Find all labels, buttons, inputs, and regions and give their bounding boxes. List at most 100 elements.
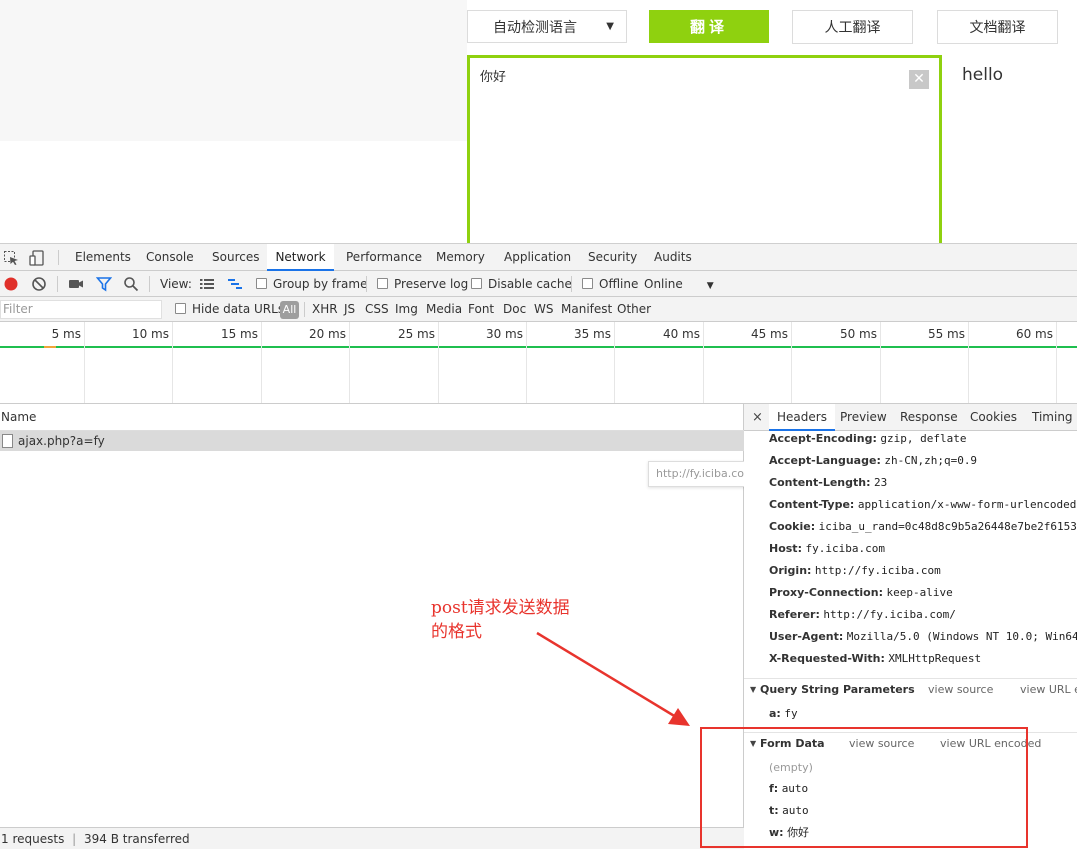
inspect-element-icon[interactable]: [3, 250, 19, 266]
tab-sources[interactable]: Sources: [204, 244, 267, 271]
header-value: keep-alive: [886, 586, 953, 599]
request-header-row: Content-Type: application/x-www-form-url…: [769, 494, 1077, 516]
offline-checkbox[interactable]: Offline: [582, 271, 638, 297]
timeline-gridline: [791, 322, 792, 403]
header-value: application/x-www-form-urlencoded;: [857, 498, 1077, 511]
translate-button[interactable]: 翻译: [649, 10, 769, 43]
document-translation-button[interactable]: 文档翻译: [937, 10, 1058, 44]
source-text-area[interactable]: 你好 ✕: [467, 55, 942, 243]
tab-headers[interactable]: Headers: [769, 404, 835, 431]
disable-cache-label: Disable cache: [488, 277, 572, 291]
waterfall-icon[interactable]: [227, 276, 243, 292]
request-header-row: User-Agent: Mozilla/5.0 (Windows NT 10.0…: [769, 626, 1077, 648]
request-header-row: Referer: http://fy.iciba.com/: [769, 604, 956, 626]
group-by-frame-checkbox[interactable]: Group by frame: [256, 271, 367, 297]
throttling-select[interactable]: Online ▼: [644, 271, 714, 297]
status-bar: 1 requests | 394 B transferred: [0, 827, 744, 849]
query-view-source-link[interactable]: view source: [928, 679, 993, 701]
tab-performance[interactable]: Performance: [338, 244, 430, 271]
query-view-url-link[interactable]: view URL e: [1020, 679, 1077, 701]
screenshot-camera-icon[interactable]: [68, 276, 84, 292]
filter-type-doc[interactable]: Doc: [503, 297, 526, 322]
filter-icon[interactable]: [96, 276, 112, 292]
request-header-row: Accept-Encoding: gzip, deflate: [769, 428, 966, 450]
group-by-frame-label: Group by frame: [273, 277, 368, 291]
language-select[interactable]: 自动检测语言 ▼: [467, 10, 627, 43]
close-icon[interactable]: ×: [752, 404, 763, 431]
tab-timing[interactable]: Timing: [1032, 404, 1073, 431]
toolbar-divider: [149, 276, 150, 292]
filter-type-ws[interactable]: WS: [534, 297, 553, 322]
tab-network[interactable]: Network: [267, 244, 334, 271]
device-toolbar-icon[interactable]: [29, 250, 45, 266]
status-separator: |: [72, 832, 77, 846]
large-rows-icon[interactable]: [199, 276, 215, 292]
header-value: zh-CN,zh;q=0.9: [884, 454, 978, 467]
translation-result: hello: [962, 65, 1004, 85]
disable-cache-checkbox[interactable]: Disable cache: [471, 271, 572, 297]
header-key: Referer:: [769, 608, 820, 621]
search-icon[interactable]: [123, 276, 139, 292]
tab-memory[interactable]: Memory: [428, 244, 493, 271]
timeline-tick-label: 20 ms: [308, 327, 346, 341]
header-key: Host:: [769, 542, 802, 555]
filter-type-media[interactable]: Media: [426, 297, 462, 322]
toolbar-divider: [366, 276, 367, 292]
timeline-tick-label: 25 ms: [397, 327, 435, 341]
language-select-value: 自动检测语言: [493, 19, 577, 36]
tab-elements[interactable]: Elements: [67, 244, 139, 271]
clear-icon[interactable]: ✕: [909, 70, 929, 89]
toolbar-divider: [571, 276, 572, 292]
header-key: Origin:: [769, 564, 812, 577]
timeline-gridline: [172, 322, 173, 403]
record-icon[interactable]: [3, 276, 19, 292]
header-value: 23: [874, 476, 888, 489]
request-header-row: Proxy-Connection: keep-alive: [769, 582, 953, 604]
timeline-tick-label: 40 ms: [662, 327, 700, 341]
filter-input[interactable]: Filter: [0, 300, 162, 319]
filter-type-xhr[interactable]: XHR: [312, 297, 338, 322]
file-icon: [2, 434, 13, 448]
header-value: Mozilla/5.0 (Windows NT 10.0; Win64;: [846, 630, 1077, 643]
tab-audits[interactable]: Audits: [646, 244, 700, 271]
filter-type-manifest[interactable]: Manifest: [561, 297, 612, 322]
timeline-tick-label: 15 ms: [220, 327, 258, 341]
checkbox-box: [377, 278, 388, 289]
header-value: gzip, deflate: [880, 432, 967, 445]
column-header-name[interactable]: Name: [0, 404, 744, 431]
preserve-log-label: Preserve log: [394, 277, 469, 291]
throttling-value: Online: [644, 277, 683, 291]
preserve-log-checkbox[interactable]: Preserve log: [377, 271, 468, 297]
timeline-tick-label: 5 ms: [51, 327, 81, 341]
timeline-gridline: [438, 322, 439, 403]
request-row[interactable]: ajax.php?a=fy: [0, 431, 744, 451]
request-count: 1 requests: [1, 832, 65, 846]
tab-response[interactable]: Response: [900, 404, 958, 431]
timeline-gridline: [261, 322, 262, 403]
tab-preview[interactable]: Preview: [840, 404, 887, 431]
request-header-row: Origin: http://fy.iciba.com: [769, 560, 941, 582]
timeline-gridline: [614, 322, 615, 403]
view-label: View:: [160, 277, 192, 291]
tab-security[interactable]: Security: [580, 244, 645, 271]
tab-cookies[interactable]: Cookies: [970, 404, 1017, 431]
hide-data-urls-checkbox[interactable]: Hide data URLs: [175, 297, 284, 322]
clear-log-icon[interactable]: [31, 276, 47, 292]
timeline-gridline: [84, 322, 85, 403]
devtools-tab-bar: Elements Console Sources Network Perform…: [0, 244, 1077, 271]
filter-type-font[interactable]: Font: [468, 297, 494, 322]
filter-type-css[interactable]: CSS: [365, 297, 389, 322]
timeline-overview[interactable]: 5 ms 10 ms 15 ms 20 ms 25 ms 30 ms 35 ms 40 ms 4…: [0, 322, 1077, 404]
filter-type-all[interactable]: All: [280, 301, 299, 319]
tab-console[interactable]: Console: [138, 244, 202, 271]
filter-type-js[interactable]: JS: [344, 297, 355, 322]
human-translation-button[interactable]: 人工翻译: [792, 10, 913, 44]
query-string-section[interactable]: ▼ Query String Parameters view source vi…: [744, 678, 1077, 700]
request-header-row: Content-Length: 23: [769, 472, 887, 494]
tab-application[interactable]: Application: [496, 244, 579, 271]
header-key: Content-Type:: [769, 498, 855, 511]
request-header-row: Host: fy.iciba.com: [769, 538, 885, 560]
filter-type-other[interactable]: Other: [617, 297, 651, 322]
timeline-tick-label: 10 ms: [131, 327, 169, 341]
filter-type-img[interactable]: Img: [395, 297, 418, 322]
